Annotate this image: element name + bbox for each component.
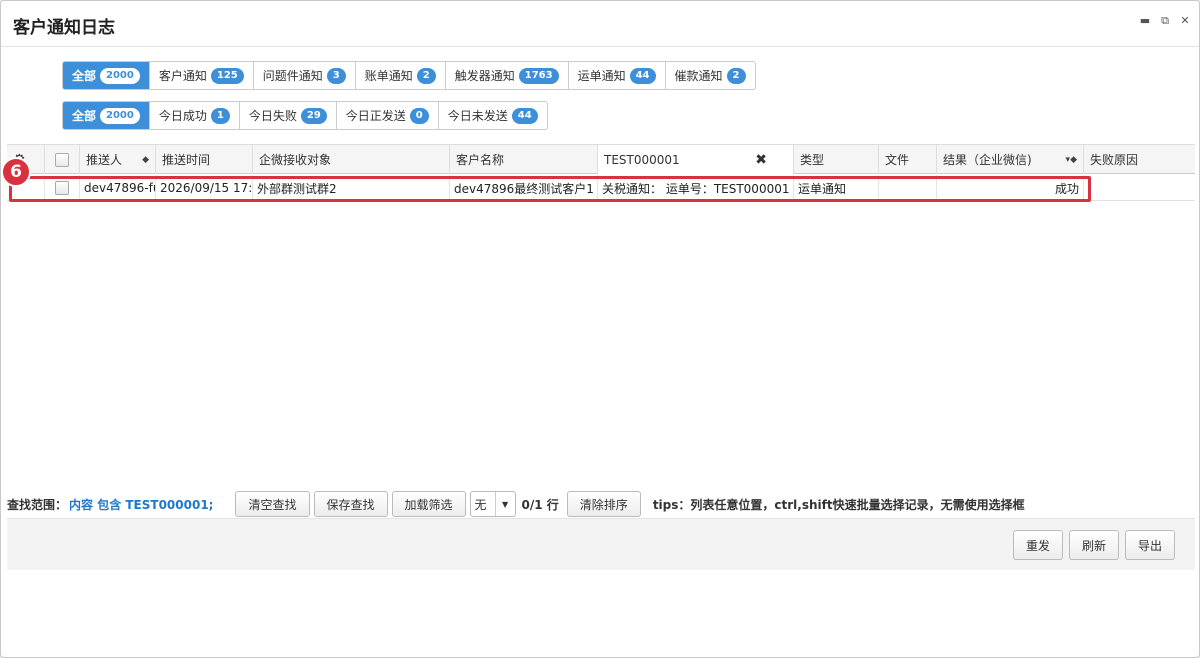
col-file[interactable]: 文件: [879, 145, 937, 174]
select-all-checkbox[interactable]: [55, 152, 69, 167]
col-fail-reason[interactable]: 失败原因: [1084, 145, 1195, 174]
scope-value: 内容 包含 TEST000001;: [69, 497, 214, 512]
filter-label: 今日失败: [248, 109, 297, 123]
col-content-search[interactable]: TEST000001 ✖: [598, 145, 794, 174]
count-badge: 44: [629, 67, 656, 84]
count-badge: 2: [726, 67, 746, 84]
dialog-title: 客户通知日志: [13, 18, 115, 38]
cell-file: [879, 175, 937, 201]
filter-label: 问题件通知: [262, 69, 323, 83]
clear-search-icon[interactable]: ✖: [755, 152, 767, 168]
col-result[interactable]: 结果（企业微信) ▾◆: [937, 145, 1084, 174]
col-sender[interactable]: 推送人 ◆: [80, 145, 156, 174]
filter-label: 今日未发送: [447, 109, 508, 123]
count-badge: 29: [300, 107, 327, 124]
annotation-marker: 6: [1, 157, 31, 187]
status-filter-2[interactable]: 今日失败 29: [240, 102, 337, 129]
tips-text: tips：列表任意位置，ctrl,shift快速批量选择记录，无需使用选择框: [652, 497, 1025, 512]
count-badge: 0: [409, 107, 429, 124]
count-badge: 1: [210, 107, 230, 124]
filter-sort-icon[interactable]: ▾◆: [1066, 155, 1077, 165]
filter-label: 客户通知: [158, 69, 207, 83]
cell-fail-reason: [1084, 175, 1195, 201]
search-statusbar: 查找范围： 内容 包含 TEST000001; 清空查找 保存查找 加载筛选 无…: [7, 490, 1195, 518]
select-all-header[interactable]: [45, 145, 80, 174]
scope-label: 查找范围：: [7, 497, 68, 512]
filter-label: 今日成功: [158, 109, 207, 123]
cell-send-time: 2026/09/15 17:57: [156, 175, 253, 201]
log-grid: ⚙ 推送人 ◆ 推送时间 企微接收对象 客户名称 TEST000001 ✖: [1, 144, 1195, 489]
dialog-titlebar: 客户通知日志 ▬ ⧉ ✕: [1, 1, 1199, 47]
type-filter-6[interactable]: 催款通知 2: [666, 62, 755, 89]
count-badge: 3: [326, 67, 346, 84]
clear-search-button[interactable]: 清空查找: [235, 491, 310, 517]
dialog-footer: 重发 刷新 导出: [7, 518, 1195, 570]
sort-icon[interactable]: ◆: [142, 155, 149, 165]
type-filter-2[interactable]: 问题件通知 3: [254, 62, 356, 89]
filter-select-value: 无: [474, 497, 487, 512]
notification-type-filter: 全部 2000 客户通知 125 问题件通知 3 账单通知 2 触发器通知 1763 运单通知 44 催…: [62, 61, 756, 90]
export-button[interactable]: 导出: [1124, 530, 1175, 560]
filter-label: 运单通知: [577, 69, 626, 83]
filter-label: 触发器通知: [454, 69, 515, 83]
row-select[interactable]: [45, 175, 80, 201]
count-badge: 125: [210, 67, 244, 84]
cell-type: 运单通知: [794, 175, 879, 201]
window-controls: ▬ ⧉ ✕: [1139, 15, 1191, 27]
status-filter-4[interactable]: 今日未发送 44: [439, 102, 547, 129]
col-wecom-target[interactable]: 企微接收对象: [253, 145, 450, 174]
refresh-button[interactable]: 刷新: [1068, 530, 1119, 560]
table-row[interactable]: dev47896-full 2026/09/15 17:57 外部群测试群2 d…: [7, 175, 1195, 201]
type-filter-5[interactable]: 运单通知 44: [569, 62, 666, 89]
type-filter-3[interactable]: 账单通知 2: [356, 62, 446, 89]
status-filter-3[interactable]: 今日正发送 0: [337, 102, 439, 129]
filter-label: 催款通知: [674, 69, 723, 83]
cell-sender: dev47896-full: [80, 175, 156, 201]
grid-header: ⚙ 推送人 ◆ 推送时间 企微接收对象 客户名称 TEST000001 ✖: [7, 144, 1195, 174]
filter-label: 全部: [72, 109, 97, 123]
caret-down-icon[interactable]: ▼: [494, 492, 515, 516]
count-badge: 1763: [518, 67, 559, 84]
count-badge: 2: [416, 67, 436, 84]
filter-select[interactable]: 无 ▼: [469, 491, 516, 517]
type-filter-0[interactable]: 全部 2000: [63, 62, 150, 89]
footer-buttons: 重发 刷新 导出: [1012, 530, 1175, 560]
status-filter: 全部 2000 今日成功 1 今日失败 29 今日正发送 0 今日未发送 44: [62, 101, 548, 130]
content-search-value[interactable]: TEST000001: [604, 153, 680, 167]
count-badge: 2000: [100, 67, 140, 84]
col-type[interactable]: 类型: [794, 145, 879, 174]
cell-customer-name: dev47896最终测试客户1: [450, 175, 598, 201]
resend-button[interactable]: 重发: [1012, 530, 1063, 560]
cell-result: 成功: [937, 175, 1084, 201]
row-checkbox[interactable]: [55, 181, 69, 195]
save-search-button[interactable]: 保存查找: [313, 491, 388, 517]
status-filter-1[interactable]: 今日成功 1: [150, 102, 240, 129]
filter-label: 全部: [72, 69, 97, 83]
filter-label: 账单通知: [364, 69, 413, 83]
minimize-icon[interactable]: ▬: [1139, 15, 1151, 27]
count-badge: 2000: [100, 107, 140, 124]
count-badge: 44: [511, 107, 538, 124]
cell-wecom-target: 外部群测试群2: [253, 175, 450, 201]
status-filter-0[interactable]: 全部 2000: [63, 102, 150, 129]
clear-sort-button[interactable]: 清除排序: [566, 491, 641, 517]
load-filter-button[interactable]: 加载筛选: [391, 491, 466, 517]
type-filter-1[interactable]: 客户通知 125: [150, 62, 254, 89]
rows-info: 0/1 行: [521, 497, 559, 512]
filter-label: 今日正发送: [345, 109, 406, 123]
type-filter-4[interactable]: 触发器通知 1763: [446, 62, 569, 89]
restore-icon[interactable]: ⧉: [1159, 15, 1171, 27]
close-icon[interactable]: ✕: [1179, 15, 1191, 27]
col-customer-name[interactable]: 客户名称: [450, 145, 598, 174]
cell-content: 关税通知： 运单号：TEST000001 关: [598, 175, 794, 201]
customer-notification-log-dialog: 客户通知日志 ▬ ⧉ ✕ 全部 2000 客户通知 125 问题件通知 3 账单通知 2 触发器…: [0, 0, 1200, 658]
col-send-time[interactable]: 推送时间: [156, 145, 253, 174]
